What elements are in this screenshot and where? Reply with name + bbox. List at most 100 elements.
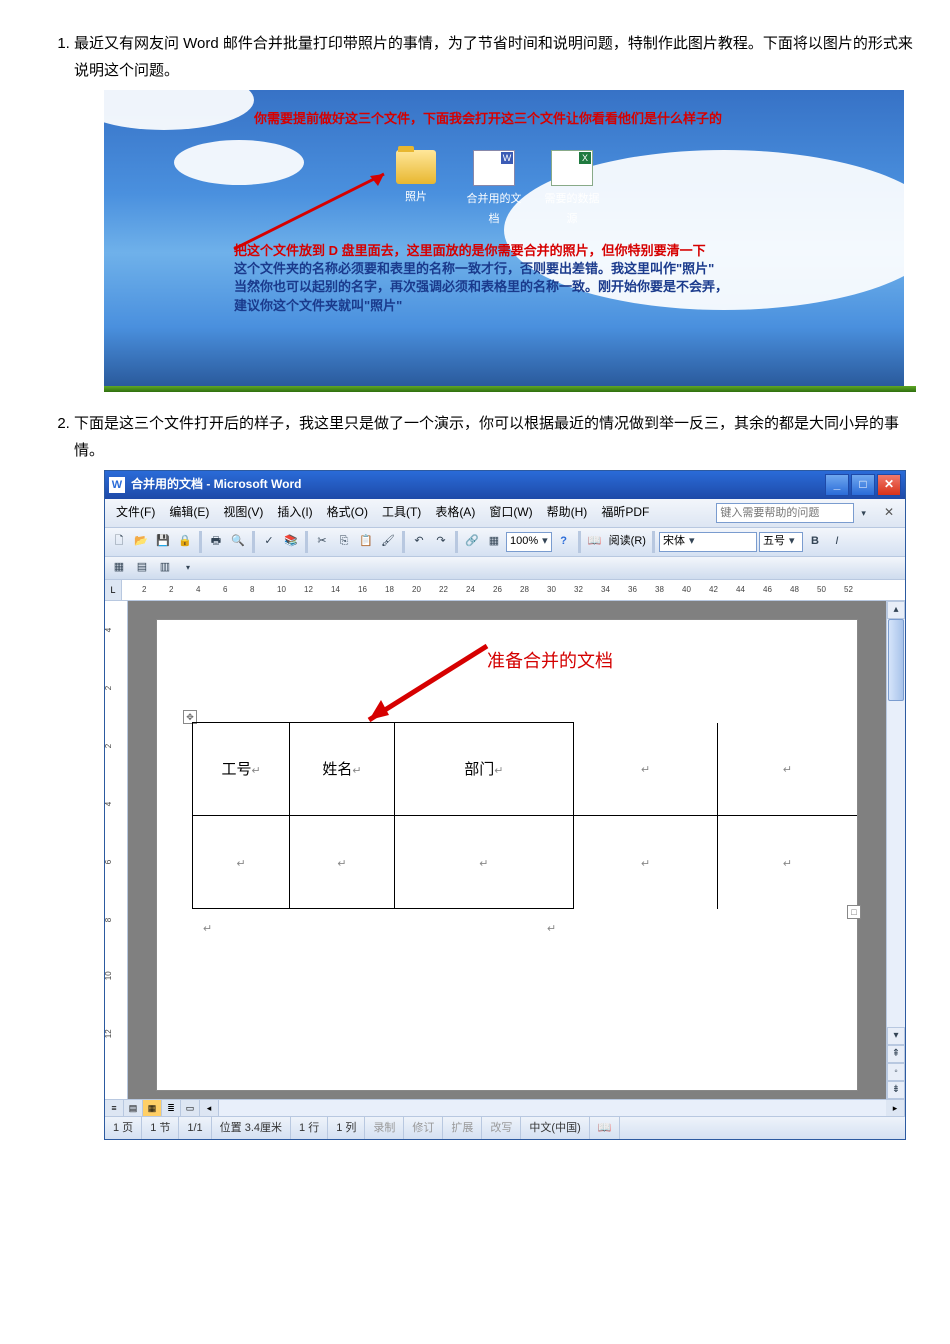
redo-icon[interactable]: ↷ — [431, 532, 451, 552]
menu-edit[interactable]: 编辑(E) — [162, 500, 216, 526]
spelling-icon[interactable]: ✓ — [259, 532, 279, 552]
maximize-button[interactable]: □ — [851, 474, 875, 496]
research-icon[interactable]: 📚 — [281, 532, 301, 552]
menu-format[interactable]: 格式(O) — [320, 500, 375, 526]
print-view-icon[interactable]: ▦ — [143, 1100, 162, 1116]
menu-foxit[interactable]: 福昕PDF — [594, 500, 656, 526]
standard-toolbar: 🗋 📂 💾 🔒 🖶 🔍 ✓ 📚 ✂ ⎘ 📋 🖌 ↶ — [105, 528, 905, 557]
table-cell[interactable]: ↵ — [193, 816, 290, 909]
copy-icon[interactable]: ⎘ — [334, 532, 354, 552]
table-icon[interactable]: ▦ — [484, 532, 504, 552]
document-page[interactable]: 准备合并的文档 ✥ 工号↵ 姓名↵ 部门↵ ↵ ↵ — [156, 619, 858, 1091]
menu-insert[interactable]: 插入(I) — [270, 500, 319, 526]
hyperlink-icon[interactable]: 🔗 — [462, 532, 482, 552]
table-cell[interactable]: ↵ — [394, 816, 574, 909]
minimize-button[interactable]: _ — [825, 474, 849, 496]
read-mode-icon[interactable]: 📖 — [585, 532, 605, 552]
menu-table[interactable]: 表格(A) — [428, 500, 482, 526]
table-cell[interactable]: ↵ — [718, 723, 857, 816]
doc-close-button[interactable]: ✕ — [877, 500, 901, 526]
annotation-top: 你需要提前做好这三个文件，下面我会打开这三个文件让你看看他们是什么样子的 — [254, 110, 874, 128]
zoom-select[interactable]: 100% — [506, 532, 552, 552]
table-cell[interactable]: ↵ — [574, 723, 718, 816]
table-cell[interactable]: ↵ — [290, 816, 394, 909]
help-search-input[interactable] — [716, 503, 854, 523]
print-icon[interactable]: 🖶 — [206, 532, 226, 552]
prev-page-icon[interactable]: ⇞ — [887, 1045, 905, 1063]
help-icon[interactable]: ? — [554, 532, 574, 552]
table-row[interactable]: ↵ ↵ ↵ ↵ ↵ — [193, 816, 858, 909]
window-title: 合并用的文档 - Microsoft Word — [131, 474, 301, 496]
menu-view[interactable]: 视图(V) — [216, 500, 270, 526]
toolbar2-btn1[interactable]: ▦ — [109, 558, 129, 578]
bold-icon[interactable]: B — [805, 532, 825, 552]
vertical-scrollbar[interactable]: ▴ ▾ ⇞ ◦ ⇟ — [886, 601, 905, 1099]
reading-view-icon[interactable]: ▭ — [181, 1100, 200, 1116]
preview-icon[interactable]: 🔍 — [228, 532, 248, 552]
next-page-icon[interactable]: ⇟ — [887, 1081, 905, 1099]
undo-icon[interactable]: ↶ — [409, 532, 429, 552]
normal-view-icon[interactable]: ≡ — [105, 1100, 124, 1116]
status-rec[interactable]: 录制 — [365, 1117, 404, 1139]
desktop-screenshot: 你需要提前做好这三个文件，下面我会打开这三个文件让你看看他们是什么样子的 照片 … — [104, 90, 904, 386]
status-language[interactable]: 中文(中国) — [521, 1117, 589, 1139]
permission-icon[interactable]: 🔒 — [175, 532, 195, 552]
new-icon[interactable]: 🗋 — [109, 532, 129, 552]
paragraph-mark: ↵ — [547, 920, 556, 940]
table-cell[interactable]: ↵ — [718, 816, 857, 909]
menu-file[interactable]: 文件(F) — [109, 500, 162, 526]
scroll-thumb[interactable] — [888, 619, 904, 701]
web-view-icon[interactable]: ▤ — [124, 1100, 143, 1116]
table-cell[interactable]: 姓名↵ — [290, 723, 394, 816]
outline-view-icon[interactable]: ≣ — [162, 1100, 181, 1116]
scroll-down-icon[interactable]: ▾ — [887, 1027, 905, 1045]
status-section: 1 节 — [142, 1117, 179, 1139]
document-table[interactable]: 工号↵ 姓名↵ 部门↵ ↵ ↵ ↵ ↵ ↵ — [192, 722, 857, 909]
status-ovr[interactable]: 改写 — [482, 1117, 521, 1139]
read-button[interactable]: 阅读(R) — [607, 532, 648, 552]
scroll-up-icon[interactable]: ▴ — [887, 601, 905, 619]
list-item-2: 下面是这三个文件打开后的样子，我这里只是做了一个演示，你可以根据最近的情况做到举… — [74, 410, 916, 1140]
grass-decoration — [104, 386, 916, 392]
italic-icon[interactable]: I — [827, 532, 847, 552]
menu-window[interactable]: 窗口(W) — [482, 500, 539, 526]
table-cell[interactable]: ↵ — [574, 816, 718, 909]
toolbar-options-icon[interactable]: ▾ — [178, 558, 198, 578]
desktop-folder-icon[interactable]: 照片 — [386, 150, 446, 208]
tab-selector[interactable]: L — [105, 580, 122, 600]
close-button[interactable]: ✕ — [877, 474, 901, 496]
desktop-excel-icon[interactable]: 需要的数据源 — [542, 150, 602, 230]
table-cell[interactable]: 工号↵ — [193, 723, 290, 816]
desktop-word-icon[interactable]: 合并用的文档 — [464, 150, 524, 230]
format-painter-icon[interactable]: 🖌 — [378, 532, 398, 552]
toolbar2-btn3[interactable]: ▥ — [155, 558, 175, 578]
menu-help[interactable]: 帮助(H) — [540, 500, 595, 526]
annotation-label: 准备合并的文档 — [487, 645, 613, 677]
browse-object-icon[interactable]: ◦ — [887, 1063, 905, 1081]
font-size-select[interactable]: 五号 — [759, 532, 803, 552]
cut-icon[interactable]: ✂ — [312, 532, 332, 552]
table-row[interactable]: 工号↵ 姓名↵ 部门↵ ↵ ↵ — [193, 723, 858, 816]
table-cell[interactable]: 部门↵ — [394, 723, 574, 816]
status-column: 1 列 — [328, 1117, 365, 1139]
status-ext[interactable]: 扩展 — [443, 1117, 482, 1139]
font-select[interactable]: 宋体 — [659, 532, 757, 552]
vertical-ruler[interactable]: 4224681012 — [105, 601, 128, 1099]
open-icon[interactable]: 📂 — [131, 532, 151, 552]
table-resize-handle[interactable]: □ — [847, 905, 861, 919]
paste-icon[interactable]: 📋 — [356, 532, 376, 552]
horizontal-scrollbar[interactable] — [219, 1100, 886, 1116]
status-line: 1 行 — [291, 1117, 328, 1139]
horizontal-ruler[interactable]: L 22468101214161820222426283032343638404… — [105, 580, 905, 601]
titlebar[interactable]: W 合并用的文档 - Microsoft Word _ □ ✕ — [105, 471, 905, 499]
menu-tools[interactable]: 工具(T) — [375, 500, 428, 526]
status-rev[interactable]: 修订 — [404, 1117, 443, 1139]
help-dropdown-icon[interactable]: ▾ — [854, 503, 873, 523]
statusbar: 1 页 1 节 1/1 位置 3.4厘米 1 行 1 列 录制 修订 扩展 改写… — [105, 1116, 905, 1139]
scroll-right-icon[interactable]: ▸ — [886, 1100, 905, 1116]
save-icon[interactable]: 💾 — [153, 532, 173, 552]
scroll-left-icon[interactable]: ◂ — [200, 1100, 219, 1116]
toolbar2-btn2[interactable]: ▤ — [132, 558, 152, 578]
status-spell-icon[interactable]: 📖 — [590, 1117, 621, 1139]
secondary-toolbar: ▦ ▤ ▥ ▾ — [105, 557, 905, 580]
